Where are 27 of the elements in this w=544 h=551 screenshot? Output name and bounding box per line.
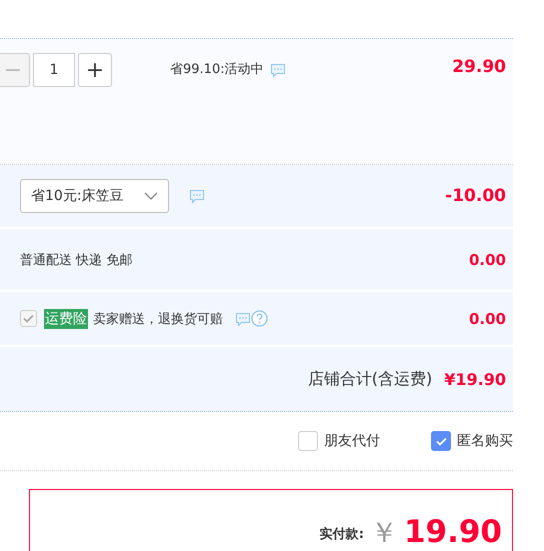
coupon-select[interactable]: 省10元:床笠豆 bbox=[20, 179, 169, 213]
payment-label: 实付款: bbox=[320, 526, 364, 543]
check-icon bbox=[23, 314, 34, 323]
help-icon[interactable] bbox=[251, 310, 268, 327]
payment-amount: 19.90 bbox=[404, 514, 502, 549]
option-label[interactable]: 朋友代付 bbox=[324, 432, 380, 450]
item-price: 29.90 bbox=[452, 57, 506, 77]
comment-icon[interactable] bbox=[235, 310, 251, 326]
comment-icon[interactable] bbox=[270, 62, 286, 78]
shipping-amount: 0.00 bbox=[468, 250, 506, 268]
option-label[interactable]: 匿名购买 bbox=[457, 432, 513, 450]
increase-button[interactable]: + bbox=[78, 53, 112, 87]
coupon-amount: -10.00 bbox=[445, 186, 506, 206]
insurance-tag: 运费险 bbox=[44, 308, 88, 328]
option-checkbox[interactable] bbox=[298, 431, 318, 451]
store-total-amount: ¥19.90 bbox=[444, 370, 506, 388]
check-icon bbox=[436, 436, 446, 446]
store-total-label: 店铺合计(含运费) bbox=[308, 368, 432, 390]
insurance-text: 卖家赠送，退换货可赔 bbox=[93, 310, 223, 328]
quantity-field[interactable]: 1 bbox=[33, 53, 75, 87]
option-checkbox[interactable] bbox=[431, 431, 451, 451]
insurance-amount: 0.00 bbox=[468, 310, 506, 328]
comment-icon[interactable] bbox=[189, 188, 205, 204]
currency-symbol: ￥ bbox=[370, 518, 398, 549]
promotion-text: 省99.10:活动中 bbox=[170, 61, 264, 78]
chevron-icon bbox=[144, 192, 158, 200]
shipping-method: 普通配送 快递 免邮 bbox=[20, 252, 132, 268]
